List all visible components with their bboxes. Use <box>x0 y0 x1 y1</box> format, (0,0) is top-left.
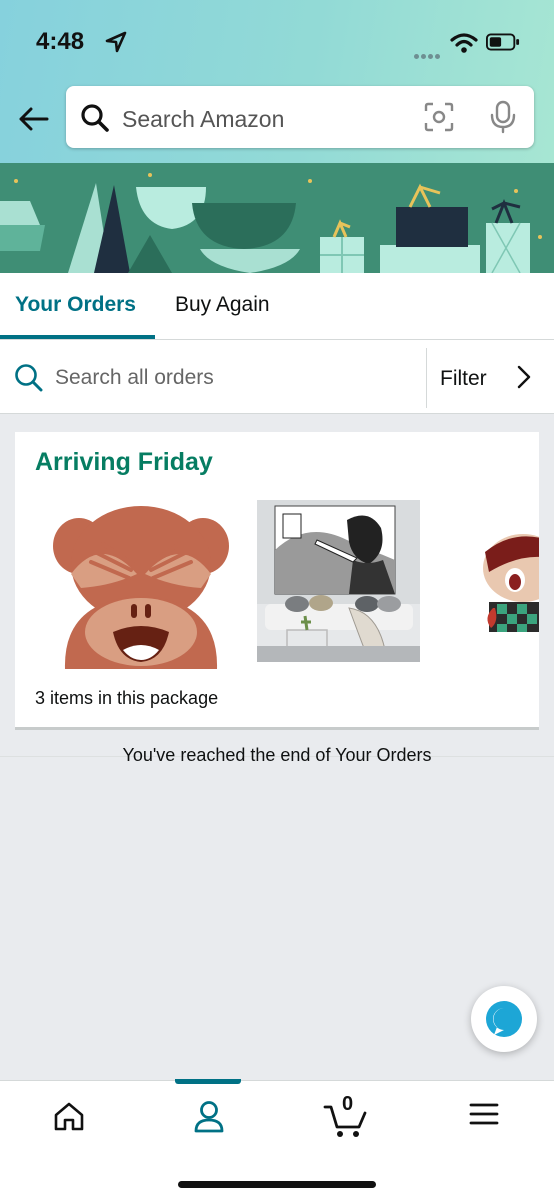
active-tab-indicator <box>0 335 155 339</box>
active-nav-indicator <box>175 1079 241 1084</box>
alexa-button[interactable] <box>471 986 537 1052</box>
cart-count-badge: 0 <box>342 1093 354 1115</box>
battery-icon <box>486 33 520 51</box>
holiday-banner <box>0 163 554 273</box>
end-of-orders-message: You've reached the end of Your Orders <box>122 745 432 765</box>
alexa-icon <box>486 1001 522 1037</box>
back-arrow-icon[interactable] <box>16 102 50 136</box>
order-search-input[interactable]: Search all orders <box>55 366 214 390</box>
orders-tabs: Your Orders Buy Again <box>0 273 554 340</box>
search-icon <box>15 364 43 392</box>
bottom-navigation: 0 <box>0 1079 554 1201</box>
status-time: 4:48 <box>36 28 85 55</box>
search-icon <box>81 104 109 132</box>
home-indicator <box>178 1181 376 1188</box>
tab-your-orders[interactable]: Your Orders <box>15 293 136 317</box>
filter-button[interactable]: Filter <box>440 367 487 391</box>
delivery-status-title: Arriving Friday <box>35 448 213 476</box>
camera-scan-icon[interactable] <box>424 102 454 132</box>
location-arrow-icon <box>105 31 127 53</box>
microphone-icon[interactable] <box>490 100 516 134</box>
divider <box>426 348 427 408</box>
search-bar[interactable]: Search Amazon <box>66 86 534 148</box>
anime-plush-doll-photo[interactable] <box>479 528 539 632</box>
signal-icon <box>414 46 446 59</box>
search-input[interactable]: Search Amazon <box>122 106 284 133</box>
chevron-right-icon[interactable] <box>514 364 534 390</box>
anime-tapestry-photo[interactable] <box>257 500 420 662</box>
order-search-bar: Search all orders Filter <box>0 340 554 414</box>
header: 4:48 Search Amazon <box>0 0 554 163</box>
tab-buy-again[interactable]: Buy Again <box>175 293 270 317</box>
wifi-icon <box>450 33 478 53</box>
order-card[interactable]: Arriving Friday 3 items in this package <box>15 432 539 730</box>
account-icon[interactable] <box>192 1099 226 1135</box>
home-icon[interactable] <box>52 1099 86 1133</box>
menu-icon[interactable] <box>468 1099 500 1129</box>
cart-button[interactable]: 0 <box>323 1093 369 1139</box>
see-no-evil-monkey-icon[interactable] <box>51 504 231 669</box>
package-items-count: 3 items in this package <box>35 688 219 708</box>
